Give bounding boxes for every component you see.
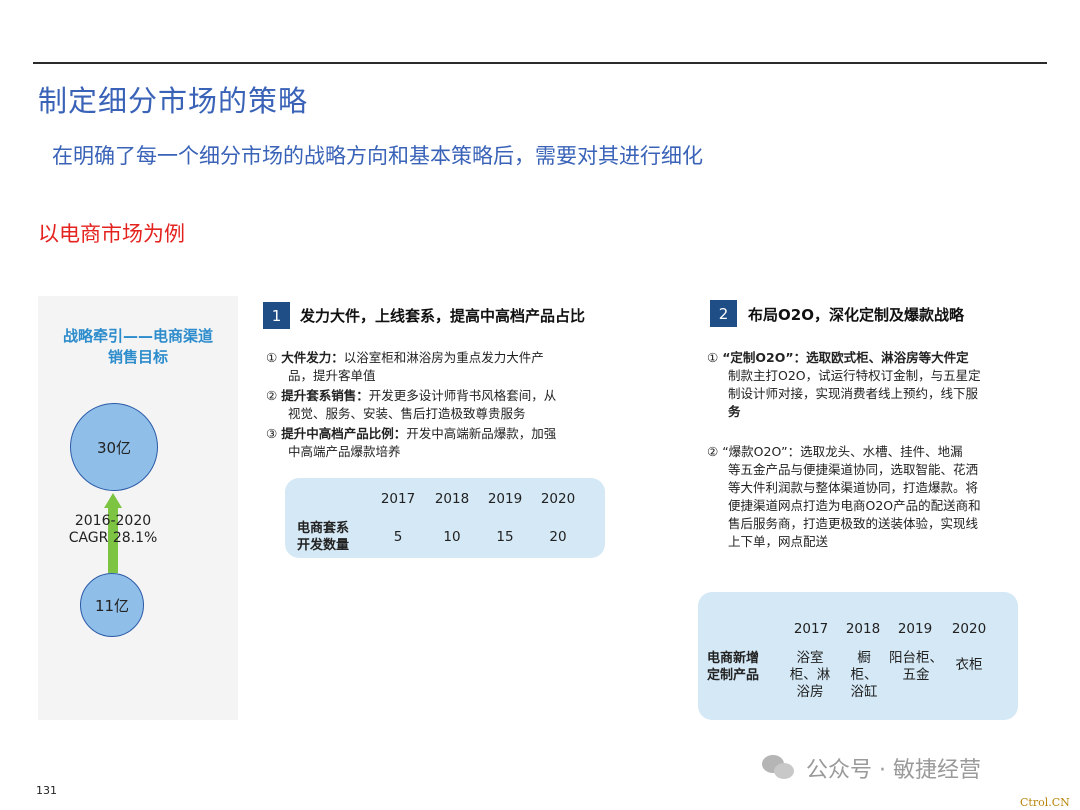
section1-number: 1 — [271, 306, 282, 325]
table-year: 2020 — [540, 491, 576, 507]
item-text: 等五金产品与便捷渠道协同，选取智能、花洒 — [728, 462, 979, 477]
product-line: 五金 — [902, 667, 930, 683]
product-line: 衣柜 — [955, 657, 983, 673]
base-2016-circle: 11亿 — [80, 573, 144, 637]
row-label-line: 电商套系 — [297, 521, 350, 536]
goal-title: 战略牵引——电商渠道 销售目标 — [38, 326, 238, 368]
section1-title: 发力大件，上线套系，提高中高档产品占比 — [300, 307, 586, 325]
table-value: 5 — [393, 529, 403, 545]
product-line: 柜、淋 — [789, 667, 831, 683]
section2-title: 布局O2O，深化定制及爆款战略 — [748, 306, 964, 324]
item-text: 开发中高端新品爆款，加强 — [406, 426, 557, 441]
product-line: 浴缸 — [850, 684, 878, 700]
item-text: 上下单，网点配送 — [728, 534, 829, 549]
item-text: 制款主打O2O，试运行特权订金制，与五星定 — [728, 368, 981, 383]
item-text: 以浴室柜和淋浴房为重点发力大件产 — [343, 350, 544, 365]
example-heading: 以电商市场为例 — [38, 222, 185, 246]
goal-title-line2: 销售目标 — [107, 348, 168, 366]
item-marker: ② — [707, 444, 719, 459]
table-product-cell: 橱 柜、 浴缸 — [838, 650, 890, 701]
ctrl-watermark: Ctrol.CN — [1020, 796, 1070, 809]
page-subtitle: 在明确了每一个细分市场的战略方向和基本策略后，需要对其进行细化 — [52, 144, 703, 168]
item-keyword: 提升套系销售： — [281, 388, 369, 403]
item-marker: ② — [266, 388, 278, 403]
table-product-cell: 衣柜 — [944, 657, 994, 674]
cagr-period: 2016-2020 — [74, 513, 152, 529]
item-text: “定制O2O”：选取欧式柜、淋浴房等大件定 — [722, 350, 969, 365]
table-year: 2019 — [487, 491, 523, 507]
product-line: 橱 — [857, 650, 871, 666]
wechat-account-text: 公众号 · 敏捷经营 — [806, 758, 981, 783]
table-product-cell: 阳台柜、 五金 — [884, 650, 948, 684]
table-year: 2017 — [793, 621, 829, 637]
section2-item2: ② “爆款O2O”：选取龙头、水槽、挂件、地漏 等五金产品与便捷渠道协同，选取智… — [707, 443, 1025, 551]
section2-number: 2 — [718, 304, 729, 323]
page-title: 制定细分市场的策略 — [38, 84, 309, 118]
row-label-line: 开发数量 — [297, 538, 350, 553]
product-line: 柜、 — [850, 667, 878, 683]
table-value: 20 — [549, 529, 567, 545]
item-text: 制设计师对接，实现消费者线上预约，线下服 — [728, 386, 979, 401]
item-text: 售后服务商，打造更极致的送装体验，实现线 — [728, 516, 979, 531]
table-year: 2020 — [951, 621, 987, 637]
table-year: 2018 — [845, 621, 881, 637]
section1-item2: ② 提升套系销售：开发更多设计师背书风格套间，从 视觉、服务、安装、售后打造极致… — [266, 387, 611, 423]
section2-row-label: 电商新增 定制产品 — [707, 650, 759, 684]
base-2016-value: 11亿 — [94, 596, 130, 615]
item-marker: ① — [266, 350, 278, 365]
row-label-line: 电商新增 — [707, 651, 760, 666]
section1-number-badge: 1 — [263, 302, 290, 329]
top-divider — [33, 62, 1047, 64]
item-text: 务 — [728, 404, 741, 419]
item-text: 开发更多设计师背书风格套间，从 — [368, 388, 557, 403]
item-text: 中高端产品爆款培养 — [288, 444, 401, 459]
section2-number-badge: 2 — [710, 300, 737, 327]
table-year: 2019 — [897, 621, 933, 637]
table-year: 2018 — [434, 491, 470, 507]
goal-title-line1: 战略牵引——电商渠道 — [62, 327, 213, 345]
item-text: 视觉、服务、安装、售后打造极致尊贵服务 — [288, 406, 526, 421]
product-line: 浴室 — [796, 650, 824, 666]
item-text: 品，提升客单值 — [288, 368, 376, 383]
item-text: 便捷渠道网点打造为电商O2O产品的配送商和 — [728, 498, 981, 513]
wechat-watermark: 公众号 · 敏捷经营 — [762, 752, 981, 784]
item-keyword: 提升中高档产品比例： — [281, 426, 407, 441]
product-line: 阳台柜、 — [889, 650, 943, 666]
cagr-label: 2016-2020 CAGR 28.1% — [48, 513, 178, 547]
section1-item1: ① 大件发力：以浴室柜和淋浴房为重点发力大件产 品，提升客单值 — [266, 349, 611, 385]
section1-item3: ③ 提升中高档产品比例：开发中高端新品爆款，加强 中高端产品爆款培养 — [266, 425, 611, 461]
product-line: 浴房 — [796, 684, 824, 700]
item-text: “爆款O2O”：选取龙头、水槽、挂件、地漏 — [722, 444, 963, 459]
cagr-value: CAGR 28.1% — [68, 530, 158, 546]
target-2020-value: 30亿 — [96, 438, 132, 457]
table-value: 15 — [496, 529, 514, 545]
item-keyword: 大件发力： — [281, 350, 344, 365]
item-text: 等大件利润款与整体渠道协同，打造爆款。将 — [728, 480, 979, 495]
page-number: 131 — [36, 784, 57, 797]
growth-arrow-head — [104, 493, 122, 508]
row-label-line: 定制产品 — [707, 668, 760, 683]
section1-row-label: 电商套系 开发数量 — [297, 520, 349, 554]
table-product-cell: 浴室 柜、淋 浴房 — [781, 650, 839, 701]
wechat-icon — [762, 755, 796, 781]
item-marker: ③ — [266, 426, 278, 441]
item-marker: ① — [707, 350, 719, 365]
table-value: 10 — [443, 529, 461, 545]
section2-item1: ① “定制O2O”：选取欧式柜、淋浴房等大件定 制款主打O2O，试运行特权订金制… — [707, 349, 1025, 421]
table-year: 2017 — [380, 491, 416, 507]
target-2020-circle: 30亿 — [70, 403, 158, 491]
